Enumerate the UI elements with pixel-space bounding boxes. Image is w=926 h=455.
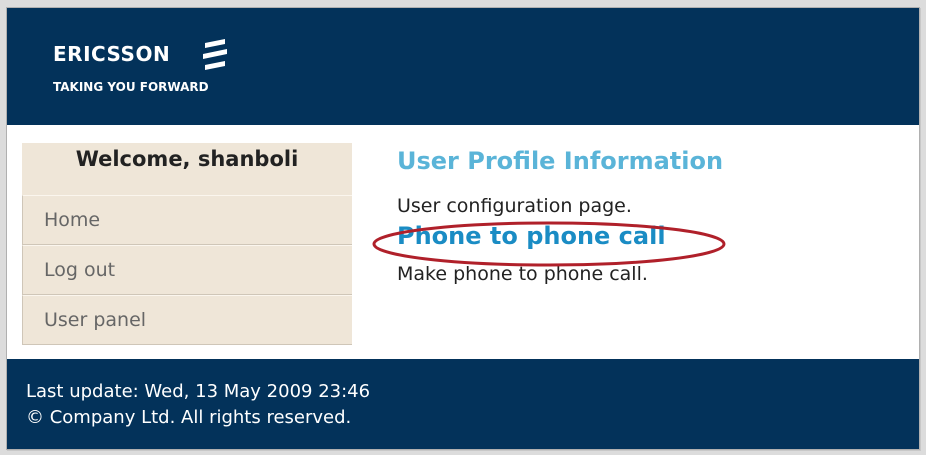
sidebar-item-logout[interactable]: Log out: [22, 245, 352, 295]
highlight-ellipse: [372, 221, 726, 267]
sidebar-item-user-panel[interactable]: User panel: [22, 295, 352, 345]
welcome-heading: Welcome, shanboli: [22, 143, 352, 195]
last-update-text: Last update: Wed, 13 May 2009 23:46: [26, 381, 371, 402]
sidebar: Welcome, shanboli Home Log out User pane…: [22, 143, 352, 345]
sidebar-item-home[interactable]: Home: [22, 195, 352, 245]
page-frame: ERICSSON TAKING YOU FORWARD Welcome, sha…: [6, 7, 920, 450]
footer: Last update: Wed, 13 May 2009 23:46 © Co…: [7, 359, 919, 449]
ericsson-logo[interactable]: ERICSSON TAKING YOU FORWARD: [53, 36, 253, 106]
section-desc-user-profile: User configuration page.: [397, 195, 632, 217]
section-title-user-profile[interactable]: User Profile Information: [397, 144, 897, 178]
header-banner: ERICSSON TAKING YOU FORWARD: [7, 8, 919, 125]
copyright-text: © Company Ltd. All rights reserved.: [26, 407, 352, 428]
ericsson-stripes-icon: [203, 39, 227, 70]
logo-wordmark: ERICSSON: [53, 42, 171, 66]
logo-tagline: TAKING YOU FORWARD: [53, 80, 209, 94]
